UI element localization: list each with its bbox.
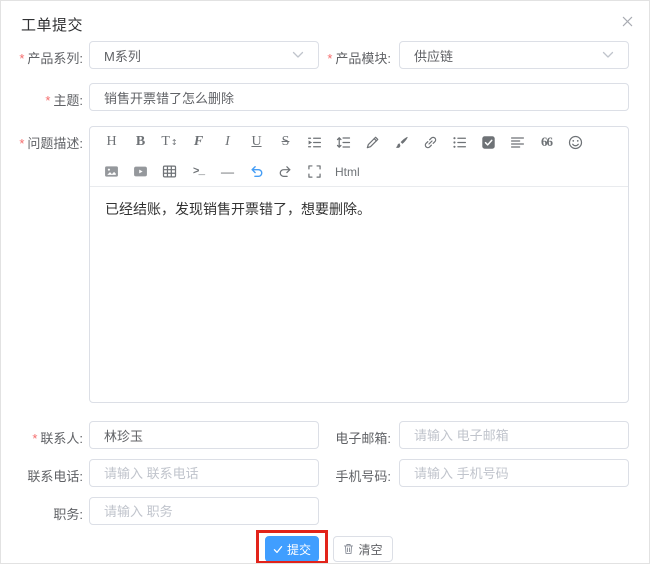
strikethrough-icon[interactable]: S [271, 128, 300, 156]
product-series-value: M系列 [104, 48, 141, 64]
position-label: 职务: [53, 507, 83, 522]
brush-icon[interactable] [387, 128, 416, 156]
hr-icon[interactable]: — [213, 158, 242, 186]
font-size-icon[interactable]: T [155, 128, 184, 156]
subject-input[interactable] [89, 83, 629, 111]
chevron-down-icon [602, 51, 614, 59]
line-height-icon[interactable] [329, 128, 358, 156]
pen-icon[interactable] [358, 128, 387, 156]
editor-toolbar-row2: >_ — Html [90, 157, 628, 187]
contact-label: * 联系人: [32, 431, 83, 446]
email-input[interactable] [399, 421, 629, 449]
unordered-list-icon[interactable] [445, 128, 474, 156]
clear-button[interactable]: 清空 [333, 536, 393, 562]
phone-input[interactable] [89, 459, 319, 487]
link-icon[interactable] [416, 128, 445, 156]
subject-label: * 主题: [45, 93, 83, 108]
heading-icon[interactable]: H [97, 128, 126, 156]
align-icon[interactable] [503, 128, 532, 156]
table-icon[interactable] [155, 158, 184, 186]
email-label: 电子邮箱: [335, 431, 391, 446]
quote-icon[interactable]: 66 [532, 128, 561, 156]
product-series-select[interactable]: M系列 [89, 41, 319, 69]
mobile-input[interactable] [399, 459, 629, 487]
phone-label: 联系电话: [27, 469, 83, 484]
dialog-title: 工单提交 [21, 17, 84, 34]
font-family-icon[interactable]: F [184, 128, 213, 156]
required-asterisk: * [327, 51, 333, 66]
html-icon[interactable]: Html [329, 158, 366, 186]
italic-icon[interactable]: I [213, 128, 242, 156]
task-list-icon[interactable] [474, 128, 503, 156]
video-icon[interactable] [126, 158, 155, 186]
product-module-value: 供应链 [414, 48, 454, 64]
rich-text-editor: HBTFIUS 66 >_— Html 已经结账，发现销售开票错了，想要删除。 [89, 126, 629, 403]
contact-input[interactable] [89, 421, 319, 449]
trash-icon [343, 543, 354, 555]
submit-button[interactable]: 提交 [265, 536, 319, 562]
required-asterisk: * [19, 51, 25, 66]
required-asterisk: * [45, 93, 51, 108]
work-order-dialog: 工单提交 *产品系列: M系列 *产品模块: 供应链 *主题: *问题描述: H… [0, 0, 650, 564]
product-module-label: * 产品模块: [327, 51, 391, 66]
fullscreen-icon[interactable] [300, 158, 329, 186]
underline-icon[interactable]: U [242, 128, 271, 156]
position-input[interactable] [89, 497, 319, 525]
check-icon [273, 545, 283, 554]
code-icon[interactable]: >_ [184, 158, 213, 186]
close-button[interactable] [617, 11, 637, 31]
product-series-label: * 产品系列: [19, 51, 83, 66]
required-asterisk: * [19, 136, 25, 151]
editor-content[interactable]: 已经结账，发现销售开票错了，想要删除。 [90, 187, 628, 402]
required-asterisk: * [32, 431, 38, 446]
mobile-label: 手机号码: [335, 469, 391, 484]
editor-toolbar-row1: HBTFIUS 66 [90, 127, 628, 157]
redo-icon[interactable] [271, 158, 300, 186]
close-icon [621, 15, 634, 28]
indent-icon[interactable] [300, 128, 329, 156]
product-module-select[interactable]: 供应链 [399, 41, 629, 69]
chevron-down-icon [292, 51, 304, 59]
image-icon[interactable] [97, 158, 126, 186]
description-label: * 问题描述: [19, 136, 83, 151]
emoji-icon[interactable] [561, 128, 590, 156]
undo-icon[interactable] [242, 158, 271, 186]
bold-icon[interactable]: B [126, 128, 155, 156]
